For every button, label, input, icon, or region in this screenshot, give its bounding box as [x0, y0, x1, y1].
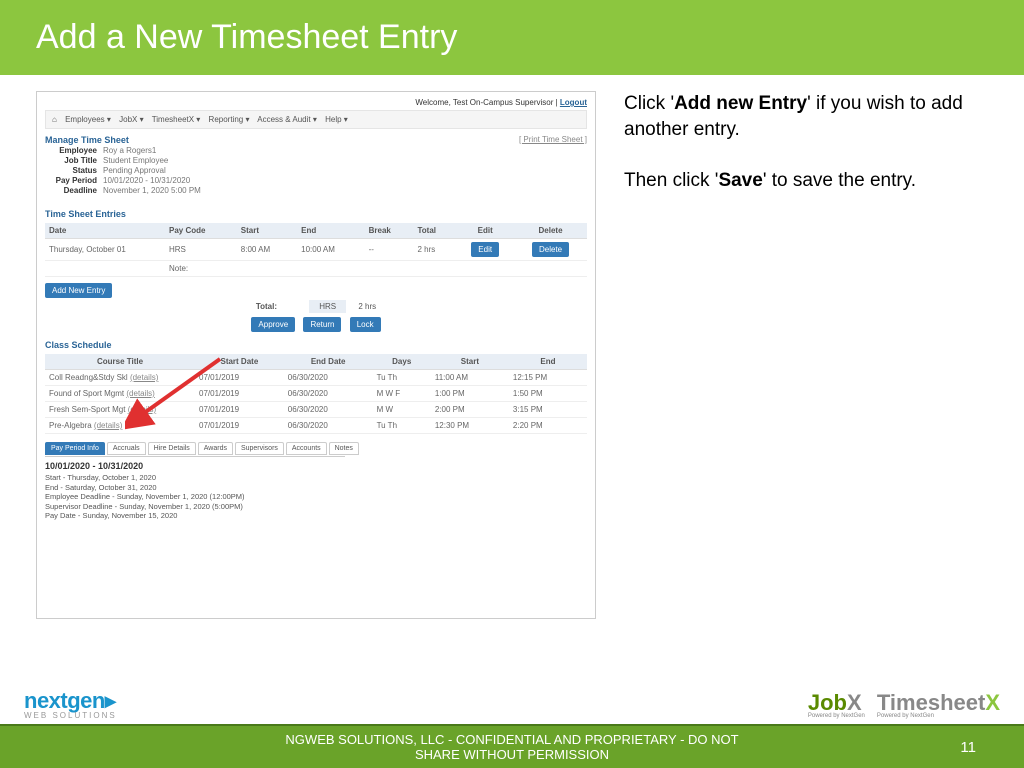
manage-title: Manage Time Sheet: [45, 135, 129, 145]
class-table: Course Title Start Date End Date Days St…: [45, 354, 587, 434]
nav-reporting[interactable]: Reporting ▾: [209, 115, 250, 124]
timesheetx-logo: TimesheetX Powered by NextGen: [877, 690, 1000, 719]
tab-supervisors[interactable]: Supervisors: [235, 442, 284, 455]
app-screenshot: Welcome, Test On-Campus Supervisor | Log…: [36, 91, 596, 619]
nav-access[interactable]: Access & Audit ▾: [257, 115, 317, 124]
jobx-logo: JobX Powered by NextGen: [808, 690, 865, 719]
table-row: Coll Readng&Stdy Skl (details)07/01/2019…: [45, 370, 587, 386]
tab-awards[interactable]: Awards: [198, 442, 233, 455]
tab-hire[interactable]: Hire Details: [148, 442, 196, 455]
entries-title: Time Sheet Entries: [45, 209, 587, 219]
nav-home[interactable]: ⌂: [52, 115, 57, 124]
logout-link[interactable]: Logout: [560, 98, 587, 107]
welcome-bar: Welcome, Test On-Campus Supervisor | Log…: [45, 98, 587, 107]
add-new-entry-button[interactable]: Add New Entry: [45, 283, 112, 298]
navbar: ⌂ Employees ▾ JobX ▾ TimesheetX ▾ Report…: [45, 110, 587, 129]
table-row: Pre-Algebra (details)07/01/201906/30/202…: [45, 418, 587, 434]
approve-button[interactable]: Approve: [251, 317, 295, 332]
tab-pay-period[interactable]: Pay Period Info: [45, 442, 105, 455]
table-row: Found of Sport Mgmt (details)07/01/20190…: [45, 386, 587, 402]
edit-button[interactable]: Edit: [471, 242, 499, 257]
slide-title: Add a New Timesheet Entry: [0, 0, 1024, 75]
nextgen-logo: nextgen▸ WEB SOLUTIONS: [24, 688, 117, 720]
page-number: 11: [960, 739, 976, 756]
delete-button[interactable]: Delete: [532, 242, 569, 257]
nav-jobx[interactable]: JobX ▾: [119, 115, 143, 124]
table-row: Thursday, October 01 HRS 8:00 AM 10:00 A…: [45, 239, 587, 261]
instructions: Click 'Add new Entry' if you wish to add…: [624, 91, 988, 619]
footer: nextgen▸ WEB SOLUTIONS JobX Powered by N…: [0, 688, 1024, 768]
footer-bar: NGWEB SOLUTIONS, LLC - CONFIDENTIAL AND …: [0, 724, 1024, 768]
tab-accruals[interactable]: Accruals: [107, 442, 146, 455]
period-range: 10/01/2020 - 10/31/2020: [45, 461, 587, 471]
tab-notes[interactable]: Notes: [329, 442, 359, 455]
nav-tsx[interactable]: TimesheetX ▾: [152, 115, 201, 124]
nav-employees[interactable]: Employees ▾: [65, 115, 111, 124]
return-button[interactable]: Return: [303, 317, 341, 332]
print-link[interactable]: [ Print Time Sheet ]: [519, 135, 587, 144]
entries-table: Date Pay Code Start End Break Total Edit…: [45, 223, 587, 277]
nav-help[interactable]: Help ▾: [325, 115, 348, 124]
totals-row: Total: HRS 2 hrs: [45, 302, 587, 311]
lock-button[interactable]: Lock: [350, 317, 381, 332]
table-row: Fresh Sem-Sport Mgt (details)07/01/20190…: [45, 402, 587, 418]
tab-accounts[interactable]: Accounts: [286, 442, 327, 455]
tabs: Pay Period Info Accruals Hire Details Aw…: [45, 442, 587, 455]
class-schedule-title: Class Schedule: [45, 340, 587, 350]
